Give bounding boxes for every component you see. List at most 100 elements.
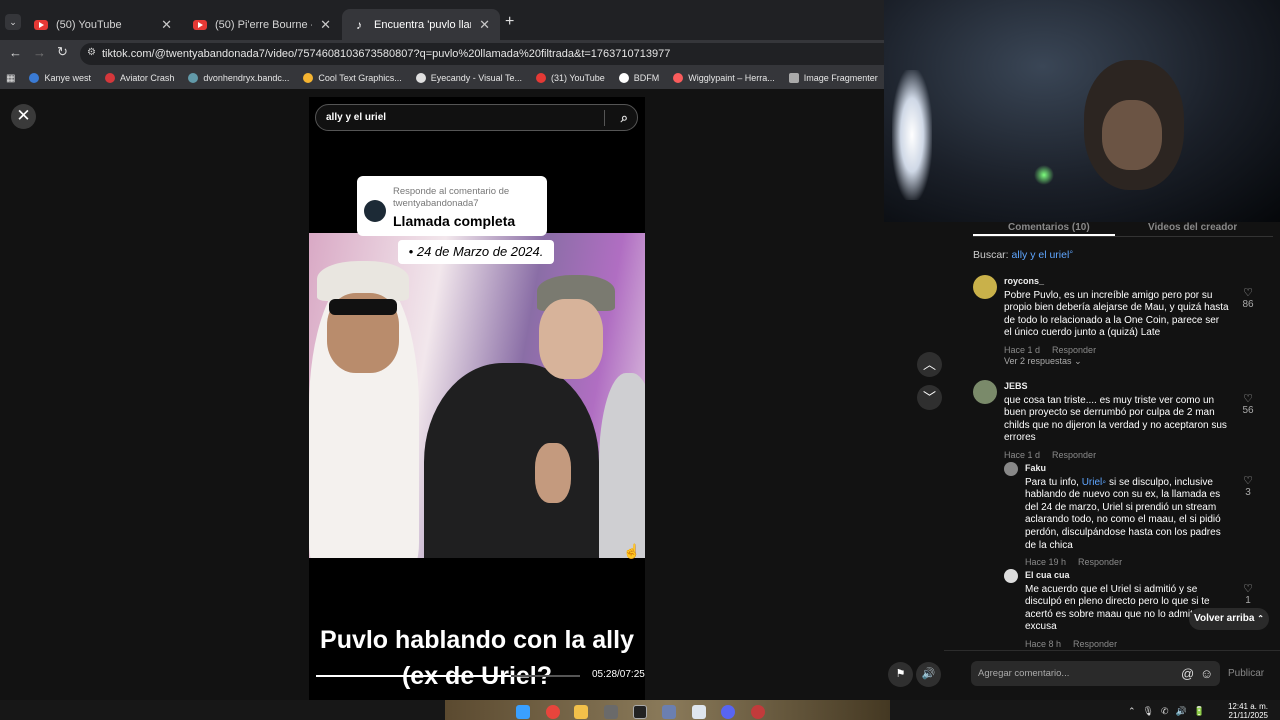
like-count[interactable]: ♡ 56: [1236, 393, 1260, 417]
previous-video-button[interactable]: ︿: [917, 352, 942, 377]
clock-date: 21/11/2025: [1228, 711, 1268, 720]
like-count[interactable]: ♡ 3: [1236, 475, 1260, 499]
reply-button[interactable]: Responder: [1052, 450, 1096, 460]
comment-time: Hace 8 h: [1025, 638, 1062, 649]
bookmark-bdfm[interactable]: BDFM: [618, 73, 659, 83]
file-explorer-icon[interactable]: [574, 705, 588, 719]
video-time: 05:28/07:25: [592, 669, 645, 680]
like-number: 56: [1242, 405, 1254, 416]
bookmark-label: Wigglypaint – Herra...: [688, 73, 775, 83]
search-divider: [604, 110, 605, 126]
forward-arrow-icon[interactable]: →: [33, 45, 46, 60]
reply-button[interactable]: Responder: [1073, 639, 1117, 649]
chrome-icon[interactable]: [546, 705, 560, 719]
app-icon[interactable]: [692, 705, 706, 719]
publish-button[interactable]: Publicar: [1228, 668, 1264, 679]
heart-icon: ♡: [1243, 475, 1253, 487]
app-icon[interactable]: [751, 705, 765, 719]
emoji-icon[interactable]: ☺: [1200, 666, 1213, 681]
address-bar[interactable]: ⚙ tiktok.com/@twentyabandonada7/video/75…: [80, 43, 884, 65]
taskbar-clock[interactable]: 12:41 a. m. 21/11/2025: [1222, 702, 1268, 720]
comment-reply: Faku Para tu info, Uriel⌕ si se disculpo…: [1025, 462, 1230, 569]
like-number: 86: [1242, 299, 1254, 310]
comment-item: roycons_ Pobre Puvlo, es un increíble am…: [1004, 275, 1229, 357]
mention-icon[interactable]: @: [1181, 666, 1194, 681]
view-replies-button[interactable]: Ver 2 respuestas ⌄: [1004, 356, 1082, 367]
report-icon[interactable]: ⚑: [888, 662, 913, 687]
progress-fill: [316, 675, 512, 677]
like-number: 1: [1245, 595, 1251, 606]
comment-item: JEBS que cosa tan triste.... es muy tris…: [1004, 380, 1229, 462]
next-video-button[interactable]: ﹀: [917, 385, 942, 410]
bookmark-dvonhendryx[interactable]: dvonhendryx.bandc...: [188, 73, 289, 83]
comment-meta: Hace 1 d Responder: [1004, 449, 1229, 462]
tab-close-icon[interactable]: ✕: [479, 17, 490, 33]
search-icon[interactable]: ⌕: [621, 110, 628, 126]
heart-icon: ♡: [1243, 287, 1253, 299]
tab-youtube[interactable]: (50) YouTube ✕: [24, 9, 182, 40]
reply-prefix: Responde al comentario de twentyabandonad…: [393, 186, 543, 210]
tab-search-button[interactable]: ⌄: [5, 14, 21, 30]
back-arrow-icon[interactable]: ←: [9, 45, 22, 60]
bookmark-cool-text[interactable]: Cool Text Graphics...: [303, 73, 402, 83]
avatar[interactable]: [973, 380, 997, 404]
discord-icon[interactable]: [721, 705, 735, 719]
avatar[interactable]: [973, 275, 997, 299]
tab-title: (50) YouTube: [56, 18, 122, 31]
search-small-icon: ⌕: [1102, 478, 1107, 486]
bookmark-eyecandy[interactable]: Eyecandy - Visual Te...: [415, 73, 522, 83]
like-count[interactable]: ♡ 1: [1236, 584, 1260, 607]
volume-icon[interactable]: 🔊: [916, 662, 941, 687]
face-center: [539, 299, 603, 379]
apps-grid-icon[interactable]: ▦: [6, 73, 15, 84]
comment-meta: Hace 1 d Responder: [1004, 344, 1229, 357]
bookmark-kanye-west[interactable]: Kanye west: [29, 73, 91, 83]
avatar[interactable]: [1004, 569, 1018, 583]
tab-close-icon[interactable]: ✕: [320, 17, 331, 33]
mention-link[interactable]: Uriel: [1082, 477, 1103, 488]
comment-text: Para tu info, Uriel⌕ si se disculpo, inc…: [1025, 477, 1230, 553]
search-term-link[interactable]: ally y el uriel: [1012, 249, 1070, 261]
double-chevron-up-icon: ⌃: [1257, 614, 1264, 623]
tab-pierre-bourne[interactable]: (50) Pi'erre Bourne - 4U (Officia ✕: [183, 9, 341, 40]
tab-title: Encuentra 'puvlo llamada fi: [374, 18, 471, 31]
app-icon[interactable]: [633, 705, 647, 719]
like-count[interactable]: ♡ 86: [1236, 287, 1260, 311]
back-to-top-button[interactable]: Volver arriba ⌃: [1189, 608, 1269, 630]
system-tray-icons[interactable]: ⌃🎙✆🔊🔋: [1128, 706, 1212, 717]
heart-icon: ♡: [1243, 393, 1253, 405]
reply-button[interactable]: Responder: [1052, 345, 1096, 355]
close-video-button[interactable]: ✕: [11, 104, 36, 129]
reply-to-comment-bubble: Responde al comentario de twentyabandonad…: [357, 176, 547, 236]
bookmark-aviator-crash[interactable]: Aviator Crash: [104, 73, 175, 83]
person-right: [599, 373, 645, 558]
new-tab-button[interactable]: +: [505, 13, 514, 31]
reply-button[interactable]: Responder: [1078, 557, 1122, 567]
tab-creator-videos[interactable]: Videos del creador: [1148, 222, 1237, 236]
tab-title: (50) Pi'erre Bourne - 4U (Officia: [215, 18, 312, 31]
avatar: [364, 200, 386, 222]
avatar[interactable]: [1004, 462, 1018, 476]
windows-start-icon[interactable]: [516, 705, 530, 719]
reload-icon[interactable]: ↻: [57, 44, 68, 60]
tab-tiktok[interactable]: ♪ Encuentra 'puvlo llamada fi ✕: [342, 9, 500, 40]
app-icon[interactable]: [604, 705, 618, 719]
search-input[interactable]: ally y el uriel ⌕: [315, 104, 638, 131]
app-icon[interactable]: [662, 705, 676, 719]
video-frame-photo: [309, 233, 645, 558]
reply-title: Llamada completa: [393, 213, 516, 229]
comment-user[interactable]: roycons_: [1004, 275, 1229, 288]
view-replies-label: Ver 2 respuestas: [1004, 356, 1072, 366]
bookmark-label: Aviator Crash: [119, 73, 175, 83]
site-info-icon[interactable]: ⚙: [87, 47, 96, 58]
tab-close-icon[interactable]: ✕: [161, 17, 172, 33]
comment-user[interactable]: JEBS: [1004, 380, 1229, 393]
video-caption: Puvlo hablando con la ally (ex de Uriel?: [309, 622, 645, 694]
bookmark-youtube[interactable]: (31) YouTube: [536, 73, 605, 83]
bookmark-wigglypaint[interactable]: Wigglypaint – Herra...: [673, 73, 775, 83]
bookmark-image-fragmenter[interactable]: Image Fragmenter: [788, 73, 878, 83]
search-small-icon: ⌕: [1069, 249, 1074, 256]
comment-user[interactable]: El cua cua: [1025, 569, 1230, 582]
comment-user[interactable]: Faku: [1025, 462, 1230, 475]
comment-text: que cosa tan triste.... es muy triste ve…: [1004, 394, 1227, 444]
